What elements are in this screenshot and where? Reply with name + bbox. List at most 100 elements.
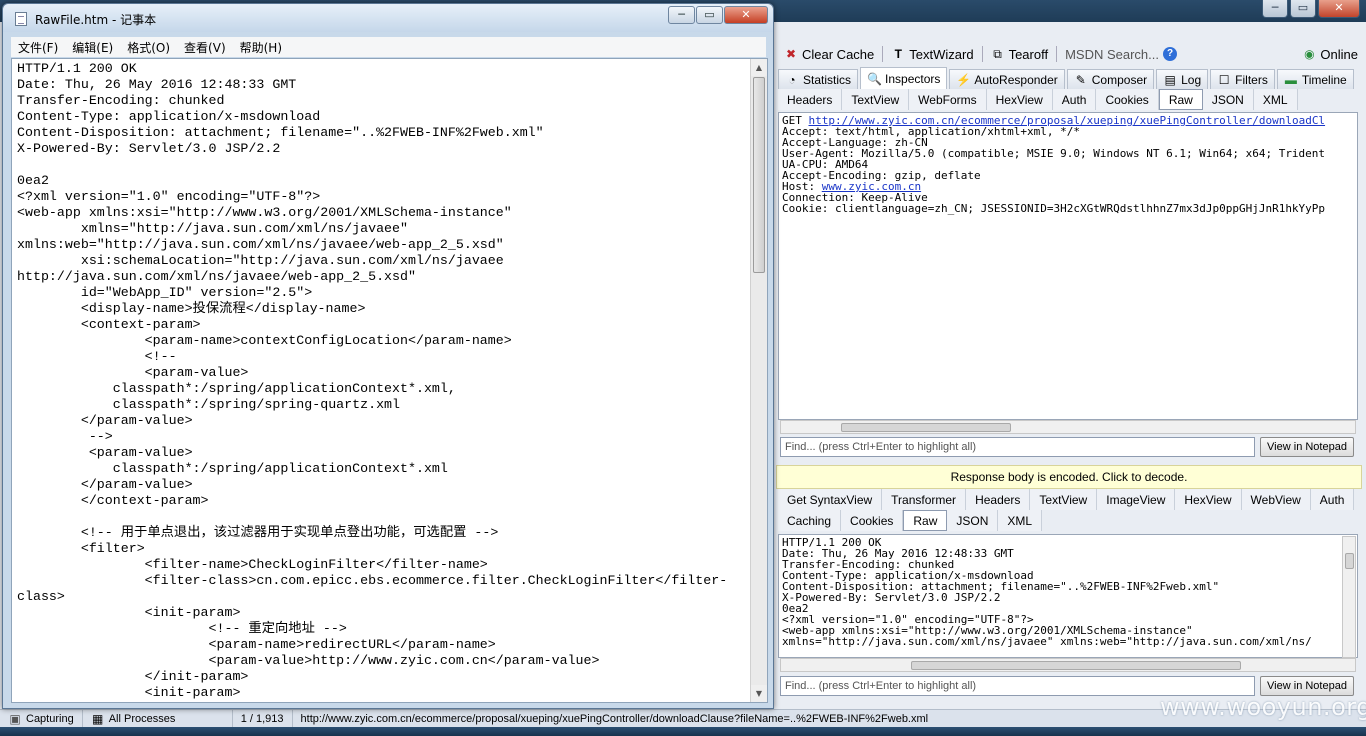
request-raw-pane[interactable]: GET http://www.zyic.com.cn/ecommerce/pro… (778, 112, 1358, 420)
response-horizontal-scrollbar[interactable] (780, 658, 1356, 672)
response-tab-imageview[interactable]: ImageView (1097, 489, 1176, 510)
menu-file[interactable]: 文件(F) (11, 39, 65, 56)
textwizard-button[interactable]: T TextWizard (883, 47, 981, 62)
clear-cache-label: Clear Cache (802, 46, 875, 62)
textwizard-icon: T (894, 47, 902, 61)
help-icon[interactable]: ? (1163, 47, 1177, 61)
response-tab-raw[interactable]: Raw (903, 510, 948, 531)
response-tab-cookies[interactable]: Cookies (841, 510, 904, 531)
notepad-text-line: Content-Disposition: attachment; filenam… (17, 125, 544, 140)
notepad-text-line (17, 157, 747, 173)
tab-inspectors[interactable]: 🔍 Inspectors (860, 67, 948, 89)
notepad-text-line: Date: Thu, 26 May 2016 12:48:33 GMT (17, 77, 297, 92)
menu-view[interactable]: 查看(V) (177, 39, 233, 56)
notepad-close-button[interactable]: ✕ (724, 6, 768, 24)
notepad-vertical-scrollbar[interactable]: ▲ ▼ (750, 59, 767, 702)
request-tab-headers[interactable]: Headers (778, 89, 843, 110)
inspectors-icon: 🔍 (867, 71, 882, 86)
msdn-search-label: MSDN Search... (1065, 46, 1159, 62)
response-vertical-scrollbar[interactable] (1342, 536, 1356, 658)
menu-edit[interactable]: 编辑(E) (65, 39, 120, 56)
notepad-text-line: class> (17, 589, 65, 604)
notepad-text-line: HTTP/1.1 200 OK (17, 61, 137, 76)
notepad-text-line: </init-param> (17, 669, 249, 684)
tab-statistics[interactable]: ◔ Statistics (778, 69, 859, 89)
tab-autoresponder[interactable]: ⚡ AutoResponder (949, 69, 1065, 89)
windows-taskbar (0, 727, 1366, 736)
notepad-menubar: 文件(F) 编辑(E) 格式(O) 查看(V) 帮助(H) (11, 37, 766, 57)
response-text-line: xmlns="http://java.sun.com/xml/ns/javaee… (782, 635, 1312, 648)
tearoff-icon: ⧉ (993, 47, 1002, 61)
log-icon: ▤ (1164, 72, 1176, 87)
filters-checkbox-icon: ☐ (1218, 72, 1230, 87)
tab-composer[interactable]: ✎ Composer (1066, 69, 1155, 89)
response-tab-xml[interactable]: XML (998, 510, 1043, 531)
response-decode-bar[interactable]: Response body is encoded. Click to decod… (776, 465, 1362, 489)
notepad-text-line: <param-value> (17, 445, 193, 460)
notepad-text-line: <init-param> (17, 685, 241, 700)
response-tab-auth[interactable]: Auth (1311, 489, 1355, 510)
tab-timeline[interactable]: ▬ Timeline (1276, 69, 1354, 89)
response-tab-json[interactable]: JSON (947, 510, 999, 531)
fiddler-minimize-button[interactable]: ─ (1262, 0, 1288, 18)
notepad-text-line: <init-param> (17, 605, 241, 620)
notepad-text-line: X-Powered-By: Servlet/3.0 JSP/2.2 (17, 141, 281, 156)
notepad-text-line: id="WebApp_ID" version="2.5"> (17, 285, 313, 300)
notepad-text-line: <!-- 用于单点退出，该过滤器用于实现单点登出功能，可选配置 --> (17, 525, 499, 540)
request-tab-cookies[interactable]: Cookies (1096, 89, 1159, 110)
clear-cache-button[interactable]: ✖ Clear Cache (776, 47, 882, 62)
response-tab-headers[interactable]: Headers (966, 489, 1031, 510)
response-tab-hexview[interactable]: HexView (1175, 489, 1242, 510)
msdn-search-box[interactable]: MSDN Search... ? (1057, 47, 1185, 62)
clear-cache-icon: ✖ (785, 47, 797, 61)
notepad-text-line: <param-value>http://www.zyic.com.cn</par… (17, 653, 600, 668)
request-horizontal-scrollbar[interactable] (780, 420, 1356, 434)
online-indicator[interactable]: ◉ Online (1294, 47, 1366, 62)
fiddler-close-button[interactable]: ✕ (1318, 0, 1360, 18)
watermark: www.wooyun.org (1160, 693, 1366, 721)
fiddler-maximize-button[interactable]: ▭ (1290, 0, 1316, 18)
notepad-text-line: <filter-class>cn.com.epicc.ebs.ecommerce… (17, 573, 728, 588)
scrollbar-thumb[interactable] (753, 77, 765, 273)
notepad-text-area[interactable]: HTTP/1.1 200 OK Date: Thu, 26 May 2016 12… (11, 58, 768, 703)
request-tab-json[interactable]: JSON (1203, 89, 1254, 110)
request-tab-xml[interactable]: XML (1254, 89, 1298, 110)
request-tab-hexview[interactable]: HexView (987, 89, 1053, 110)
request-tab-webforms[interactable]: WebForms (909, 89, 987, 110)
capturing-toggle[interactable]: ▣ Capturing (0, 709, 83, 728)
notepad-text-line: </param-value> (17, 477, 193, 492)
notepad-text-line: <!-- 重定向地址 --> (17, 621, 347, 636)
notepad-text-line (17, 509, 747, 525)
notepad-text-line: xmlns:web="http://java.sun.com/xml/ns/ja… (17, 237, 504, 252)
response-tab-webview[interactable]: WebView (1242, 489, 1311, 510)
response-tab-caching[interactable]: Caching (778, 510, 842, 531)
notepad-minimize-button[interactable]: ─ (668, 6, 695, 24)
scroll-down-arrow-icon[interactable]: ▼ (751, 685, 767, 702)
process-filter[interactable]: ▦ All Processes (83, 709, 233, 728)
notepad-text-line: --> (17, 429, 113, 444)
response-raw-pane[interactable]: HTTP/1.1 200 OK Date: Thu, 26 May 2016 12… (778, 534, 1358, 658)
notepad-titlebar[interactable]: RawFile.htm - 记事本 ─ ▭ ✕ (3, 4, 773, 32)
request-find-input[interactable]: Find... (press Ctrl+Enter to highlight a… (780, 437, 1255, 457)
request-tab-textview[interactable]: TextView (842, 89, 910, 110)
request-tab-auth[interactable]: Auth (1053, 89, 1097, 110)
notepad-text-line: xsi:schemaLocation="http://java.sun.com/… (17, 253, 504, 268)
menu-format[interactable]: 格式(O) (120, 39, 177, 56)
request-tab-raw[interactable]: Raw (1158, 89, 1203, 110)
menu-help[interactable]: 帮助(H) (233, 39, 289, 56)
process-filter-icon: ▦ (92, 711, 104, 726)
composer-icon: ✎ (1075, 72, 1086, 87)
tearoff-button[interactable]: ⧉ Tearoff (983, 47, 1057, 62)
notepad-maximize-button[interactable]: ▭ (696, 6, 723, 24)
notepad-title: RawFile.htm - 记事本 (35, 13, 157, 27)
tab-log[interactable]: ▤ Log (1156, 69, 1209, 89)
tab-filters[interactable]: ☐ Filters (1210, 69, 1275, 89)
response-tab-get-syntaxview[interactable]: Get SyntaxView (778, 489, 883, 510)
notepad-text-line: </context-param> (17, 493, 209, 508)
response-inspector-tabs-row1: Get SyntaxView Transformer Headers TextV… (778, 489, 1355, 510)
scroll-up-arrow-icon[interactable]: ▲ (751, 59, 767, 76)
notepad-text-line: <display-name>投保流程</display-name> (17, 301, 366, 316)
request-view-in-notepad-button[interactable]: View in Notepad (1260, 437, 1354, 457)
response-tab-transformer[interactable]: Transformer (882, 489, 967, 510)
response-tab-textview[interactable]: TextView (1030, 489, 1098, 510)
